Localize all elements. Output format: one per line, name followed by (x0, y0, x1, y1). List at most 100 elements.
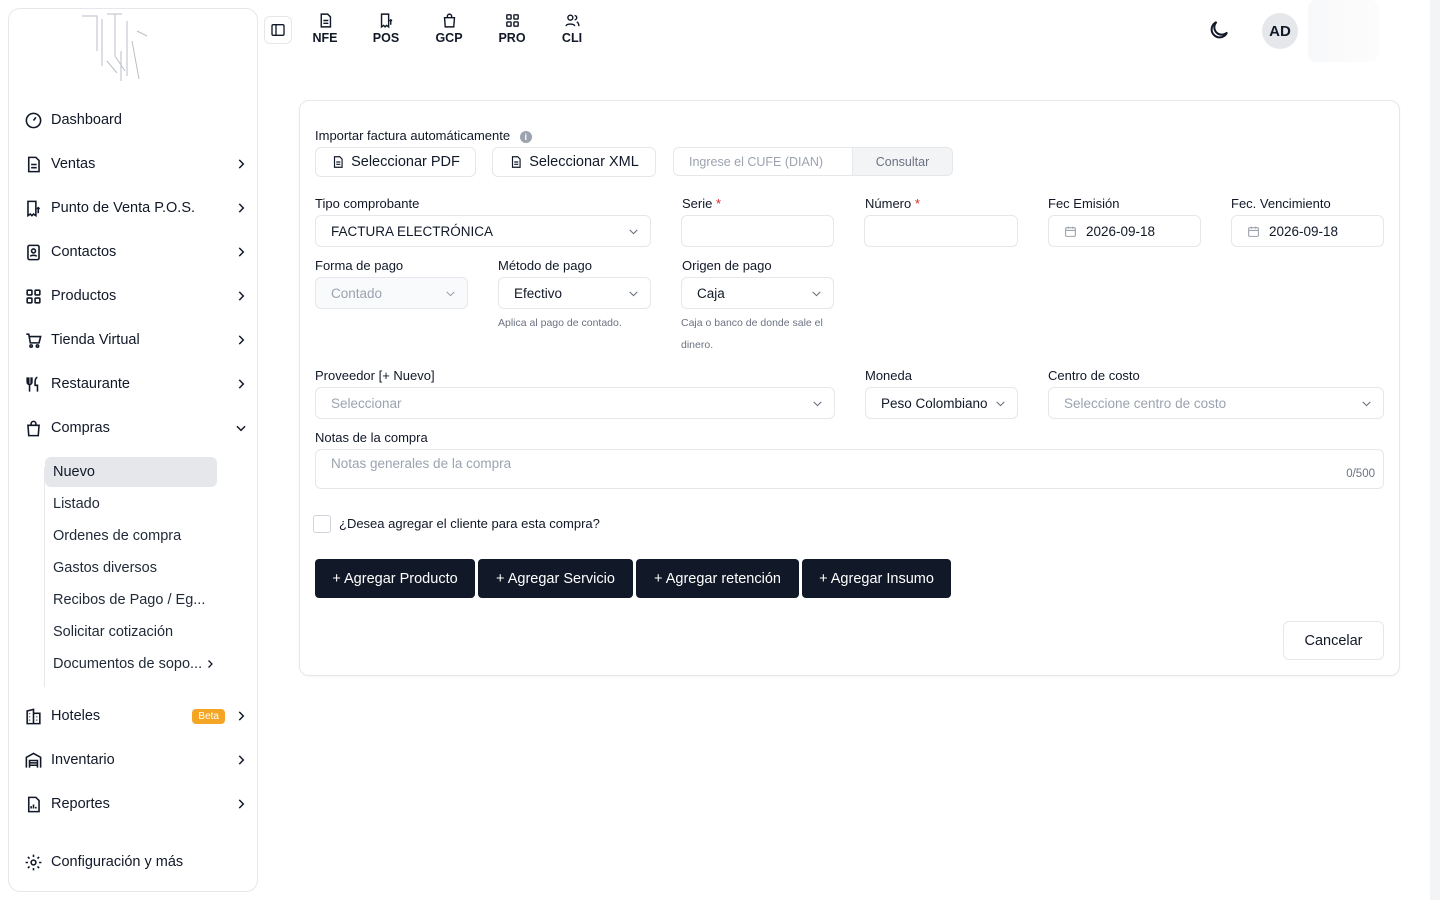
proveedor-label[interactable]: Proveedor [+ Nuevo] (315, 368, 435, 383)
chevron-right-icon (233, 244, 249, 260)
select-pdf-button[interactable]: Seleccionar PDF (315, 147, 476, 177)
consult-button[interactable]: Consultar (853, 147, 953, 176)
sidebar-item-compras[interactable]: Compras (23, 413, 249, 443)
sidebar-item-label: Productos (51, 288, 117, 304)
moon-icon[interactable] (1207, 18, 1231, 42)
add-client-checkbox[interactable] (313, 515, 331, 533)
users-icon (564, 14, 580, 27)
add-supply-button[interactable]: + Agregar Insumo (802, 559, 951, 598)
sidebar-item-dashboard[interactable]: Dashboard (23, 105, 249, 135)
grid-icon (23, 286, 43, 306)
forma-pago-select[interactable]: Contado (315, 277, 468, 309)
sidebar-subitem-listado[interactable]: Listado (45, 489, 217, 519)
numero-input[interactable] (864, 215, 1018, 247)
moneda-label: Moneda (865, 368, 912, 383)
add-retention-button[interactable]: + Agregar retención (636, 559, 799, 598)
notas-textarea[interactable]: Notas generales de la compra 0/500 (315, 449, 1384, 489)
user-profile-blurred (1308, 0, 1378, 62)
add-product-button[interactable]: + Agregar Producto (315, 559, 475, 598)
forma-pago-value: Contado (331, 285, 383, 301)
sidebar-item-label: Configuración y más (51, 854, 184, 870)
cancel-button[interactable]: Cancelar (1283, 621, 1384, 660)
fec-emision-label: Fec Emisión (1048, 196, 1120, 211)
chevron-right-icon (233, 796, 249, 812)
select-xml-button[interactable]: Seleccionar XML (492, 147, 656, 177)
sidebar-subitem-ordenes[interactable]: Ordenes de compra (45, 521, 217, 551)
sidebar-item-configuracion[interactable]: Configuración y más (23, 847, 249, 877)
grid-icon (505, 14, 519, 27)
hotel-icon (23, 706, 43, 726)
sidebar: Dashboard Ventas Punto de Venta P.O.S. C… (8, 8, 258, 892)
page-scrollbar[interactable] (1430, 0, 1440, 900)
add-client-label[interactable]: ¿Desea agregar el cliente para esta comp… (339, 516, 600, 531)
chevron-down-icon (629, 229, 638, 235)
add-service-button[interactable]: + Agregar Servicio (478, 559, 633, 598)
metodo-pago-select[interactable]: Efectivo (498, 277, 651, 309)
moneda-value: Peso Colombiano (881, 395, 988, 411)
sidebar-subitem-nuevo[interactable]: Nuevo (45, 457, 217, 487)
sidebar-subitem-cotizacion[interactable]: Solicitar cotización (45, 617, 217, 647)
sidebar-item-label: Contactos (51, 244, 117, 260)
avatar[interactable]: AD (1262, 13, 1298, 49)
document-icon (320, 13, 331, 28)
info-icon[interactable]: i (519, 130, 532, 143)
app-label: POS (372, 31, 400, 45)
origen-pago-label: Origen de pago (682, 258, 772, 273)
receipt-dollar-icon (23, 198, 43, 218)
app-pos[interactable]: POS (364, 12, 408, 45)
fec-emision-input[interactable]: 2026-09-18 (1048, 215, 1201, 247)
sidebar-item-inventario[interactable]: Inventario (23, 745, 249, 775)
sidebar-item-label: Reportes (51, 796, 110, 812)
fec-vencimiento-input[interactable]: 2026-09-18 (1231, 215, 1384, 247)
calendar-icon (1065, 226, 1076, 237)
fec-vencimiento-label: Fec. Vencimiento (1231, 196, 1331, 211)
sidebar-item-label: Hoteles (51, 708, 101, 724)
gauge-icon (23, 110, 43, 130)
app-gcp[interactable]: GCP (427, 12, 471, 45)
origen-pago-select[interactable]: Caja (681, 277, 834, 309)
centro-costo-select[interactable]: Seleccione centro de costo (1048, 387, 1384, 419)
proveedor-select[interactable]: Seleccionar (315, 387, 835, 419)
company-logo (82, 13, 148, 81)
sidebar-item-productos[interactable]: Productos (23, 281, 249, 311)
tipo-comprobante-select[interactable]: FACTURA ELECTRÓNICA (315, 215, 651, 247)
sidebar-item-tienda-virtual[interactable]: Tienda Virtual (23, 325, 249, 355)
contact-book-icon (23, 242, 43, 262)
app-cli[interactable]: CLI (550, 12, 594, 45)
metodo-pago-label: Método de pago (498, 258, 592, 273)
moneda-select[interactable]: Peso Colombiano (865, 387, 1018, 419)
sidebar-subitem-recibos[interactable]: Recibos de Pago / Eg... (45, 585, 217, 615)
metodo-pago-hint: Aplica al pago de contado. (498, 317, 622, 329)
chevron-right-icon (233, 288, 249, 304)
sidebar-item-label: Dashboard (51, 112, 122, 128)
serie-label: Serie * (682, 196, 721, 211)
sidebar-item-label: Tienda Virtual (51, 332, 140, 348)
sidebar-subitem-documentos[interactable]: Documentos de sopo... (45, 649, 217, 679)
sidebar-item-restaurante[interactable]: Restaurante (23, 369, 249, 399)
sidebar-item-ventas[interactable]: Ventas (23, 149, 249, 179)
sidebar-toggle-button[interactable] (264, 16, 292, 44)
serie-label-text: Serie (682, 196, 713, 211)
app-label: PRO (498, 31, 526, 45)
serie-input[interactable] (681, 215, 834, 247)
app-nfe[interactable]: NFE (303, 12, 347, 45)
chevron-right-icon (233, 332, 249, 348)
tipo-value: FACTURA ELECTRÓNICA (331, 223, 494, 239)
document-icon (23, 154, 43, 174)
sidebar-item-contactos[interactable]: Contactos (23, 237, 249, 267)
origen-pago-value: Caja (697, 285, 725, 301)
app-pro[interactable]: PRO (490, 12, 534, 45)
sidebar-item-reportes[interactable]: Reportes (23, 789, 249, 819)
report-icon (23, 794, 43, 814)
sidebar-subitem-label: Documentos de sopo... (53, 656, 203, 672)
sidebar-subitem-gastos[interactable]: Gastos diversos (45, 553, 217, 583)
proveedor-placeholder: Seleccionar (331, 395, 402, 411)
sidebar-item-pos[interactable]: Punto de Venta P.O.S. (23, 193, 249, 223)
select-pdf-label: Seleccionar PDF (351, 154, 460, 170)
chevron-right-icon (233, 708, 249, 724)
notas-placeholder: Notas generales de la compra (331, 456, 512, 471)
chevron-down-icon (813, 401, 822, 407)
receipt-dollar-icon (380, 13, 392, 29)
sidebar-item-hoteles[interactable]: Hoteles Beta (23, 701, 249, 731)
cufe-input[interactable]: Ingrese el CUFE (DIAN) (673, 147, 853, 176)
